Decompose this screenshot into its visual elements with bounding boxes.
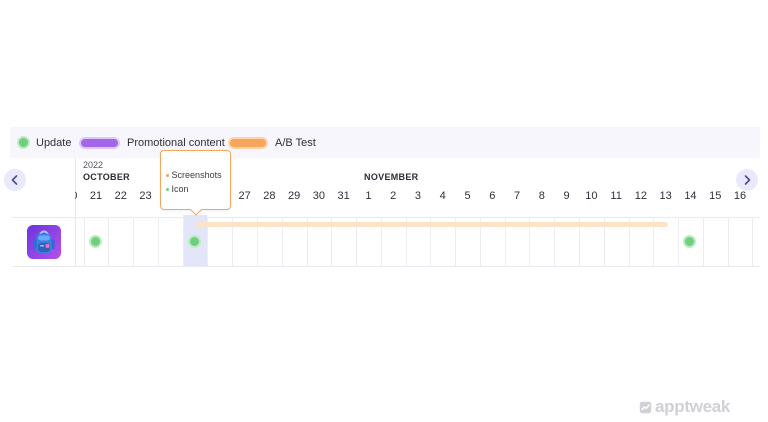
year-label: 2022: [83, 160, 104, 170]
day-label[interactable]: 22: [108, 189, 133, 203]
grid-line: [752, 217, 754, 266]
day-label[interactable]: 20: [75, 189, 84, 203]
day-label[interactable]: 14: [678, 189, 703, 203]
legend-label-ab-test: A/B Test: [275, 136, 316, 149]
app-icon[interactable]: [27, 225, 61, 259]
day-label[interactable]: 12: [629, 189, 654, 203]
day-label[interactable]: 8: [529, 189, 554, 203]
day-label[interactable]: 23: [133, 189, 158, 203]
grid-line: [108, 217, 110, 266]
legend-label-update: Update: [36, 136, 72, 149]
day-label[interactable]: 27: [232, 189, 257, 203]
tooltip-item-label: Screenshots: [171, 170, 222, 180]
day-label[interactable]: 16: [728, 189, 753, 203]
day-label[interactable]: 4: [430, 189, 455, 203]
screenshots-dot-icon: [165, 173, 169, 177]
day-label[interactable]: 13: [653, 189, 678, 203]
day-label[interactable]: 29: [282, 189, 307, 203]
day-label[interactable]: 3: [406, 189, 431, 203]
day-label[interactable]: 1: [356, 189, 381, 203]
tooltip-item-label: Icon: [171, 184, 189, 194]
legend-item-update[interactable]: Update: [17, 127, 71, 158]
update-marker[interactable]: [88, 235, 102, 248]
day-label[interactable]: 6: [480, 189, 505, 203]
next-period-button[interactable]: [736, 169, 758, 191]
grid-line: [678, 217, 680, 266]
day-label[interactable]: 9: [554, 189, 579, 203]
grid-line: [727, 217, 729, 266]
ab-test-pill-icon: [228, 136, 268, 149]
day-label[interactable]: 2: [381, 189, 406, 203]
day-label[interactable]: 21: [84, 189, 109, 203]
legend-bar: Update Promotional content A/B Test: [10, 127, 760, 158]
tooltip-item: Screenshots: [165, 168, 230, 182]
update-marker[interactable]: [683, 235, 697, 248]
day-label[interactable]: 7: [505, 189, 530, 203]
watermark: apptweak: [639, 397, 730, 417]
icon-dot-icon: [165, 187, 169, 191]
update-marker[interactable]: [188, 235, 202, 248]
day-label[interactable]: 15: [703, 189, 728, 203]
day-label[interactable]: 5: [455, 189, 480, 203]
day-label[interactable]: 10: [579, 189, 604, 203]
month-label: OCTOBER: [83, 172, 130, 182]
day-label[interactable]: 28: [257, 189, 282, 203]
promotional-pill-icon: [79, 136, 120, 149]
watermark-text: apptweak: [655, 397, 731, 416]
day-label[interactable]: 11: [604, 189, 629, 203]
day-label[interactable]: 31: [331, 189, 356, 203]
apptweak-logo-icon: [639, 401, 652, 413]
grid-line: [83, 217, 85, 266]
legend-label-promotional-content: Promotional content: [127, 136, 225, 149]
day-label[interactable]: 30: [307, 189, 332, 203]
grid-line: [182, 217, 184, 266]
chevron-left-icon: [11, 175, 18, 185]
grid-line: [702, 217, 704, 266]
previous-period-button[interactable]: [4, 169, 26, 191]
legend-item-ab-test[interactable]: A/B Test: [228, 127, 316, 158]
chevron-right-icon: [744, 175, 751, 185]
tooltip-item: Icon: [165, 182, 230, 196]
ab-test-bar[interactable]: [195, 222, 668, 227]
event-tooltip: Screenshots Icon: [159, 150, 231, 216]
update-dot-icon: [17, 136, 30, 149]
grid-line: [133, 217, 135, 266]
month-label: NOVEMBER: [364, 172, 419, 182]
grid-line: [157, 217, 159, 266]
